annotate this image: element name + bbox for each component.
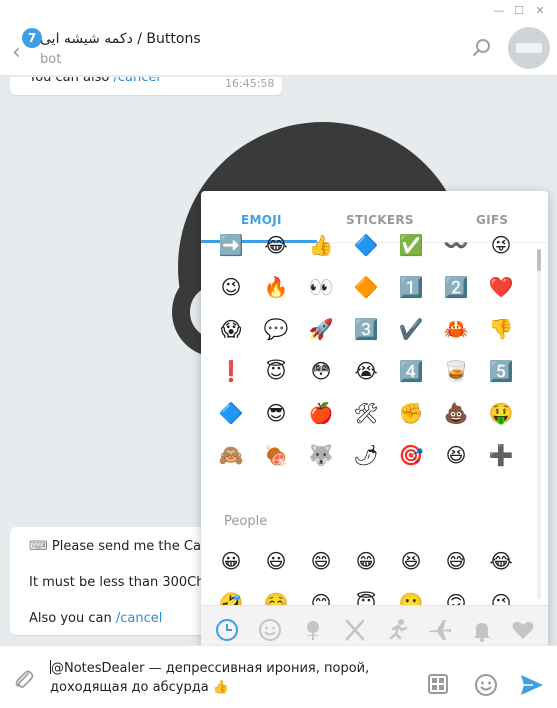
message-bubble: ⌨ Please send me the Capt It must be les… (10, 527, 214, 635)
emoji-people-item[interactable]: 😃 (256, 543, 296, 579)
compose-bar: @NotesDealer — депрессивная ирония, поро… (0, 645, 557, 708)
bell-icon[interactable] (468, 616, 496, 644)
maximize-button[interactable]: ☐ (509, 2, 529, 20)
cancel-link[interactable]: /cancel (116, 611, 163, 626)
plane-icon[interactable] (426, 616, 454, 644)
emoji-recent-item[interactable]: 😎 (256, 395, 296, 431)
message-text: Also you can /cancel (29, 611, 163, 626)
tab-emoji[interactable]: EMOJI (241, 213, 282, 227)
chat-status: bot (40, 52, 62, 67)
emoji-recent-item[interactable]: 🔷 (211, 395, 251, 431)
chat-header: ‹ 7 دکمه شیشه ایی / Buttons bot (0, 22, 557, 76)
emoji-people-item[interactable]: 😄 (301, 543, 341, 579)
emoji-recent-item[interactable]: ➡️ (211, 227, 251, 263)
clock-icon[interactable] (213, 616, 241, 644)
flower-icon[interactable] (299, 616, 327, 644)
cancel-link[interactable]: /cancel (113, 77, 160, 85)
emoji-recent-item[interactable]: 〰️ (436, 227, 476, 263)
emoji-recent-item[interactable]: 😂 (256, 227, 296, 263)
emoji-recent-item[interactable]: ✊ (391, 395, 431, 431)
emoji-recent-item[interactable]: 1️⃣ (391, 269, 431, 305)
avatar[interactable] (508, 27, 550, 69)
emoji-recent-item[interactable]: 🔷 (346, 227, 386, 263)
emoji-recent-item[interactable]: 👀 (301, 269, 341, 305)
emoji-recent-item[interactable]: 👎 (481, 311, 521, 347)
emoji-scrollbar[interactable] (537, 249, 541, 599)
scroll-thumb[interactable] (537, 249, 541, 271)
chat-title[interactable]: دکمه شیشه ایی / Buttons (40, 31, 201, 47)
message-text: You can also /cancel (29, 77, 160, 85)
activity-icon[interactable] (384, 616, 412, 644)
emoji-recent-item[interactable]: 💩 (436, 395, 476, 431)
emoji-recent-item[interactable]: ❗ (211, 353, 251, 389)
emoji-recent-item[interactable]: 🌶 (346, 437, 386, 473)
emoji-recent-item[interactable]: 2️⃣ (436, 269, 476, 305)
emoji-recent-item[interactable]: 😜 (481, 227, 521, 263)
emoji-recent-item[interactable]: 🙈 (211, 437, 251, 473)
emoji-recent-item[interactable]: 🤑 (481, 395, 521, 431)
emoji-recent-item[interactable]: 🍖 (256, 437, 296, 473)
keyboard-icon (516, 43, 542, 53)
emoji-recent-item[interactable]: 🚀 (301, 311, 341, 347)
emoji-recent-item[interactable]: 🔥 (256, 269, 296, 305)
unread-count-badge: 7 (22, 28, 42, 48)
emoji-recent-item[interactable]: 😳 (301, 353, 341, 389)
emoji-people-item[interactable]: 😅 (436, 543, 476, 579)
back-arrow-icon: ‹ (12, 40, 21, 65)
emoji-recent-item[interactable]: 3️⃣ (346, 311, 386, 347)
emoji-recent-item[interactable]: ❤️ (481, 269, 521, 305)
grid-icon (432, 678, 444, 690)
search-icon[interactable] (472, 38, 492, 58)
emoji-people-item[interactable]: 😂 (481, 543, 521, 579)
message-bubble: You can also /cancel 16:45:58 (10, 77, 282, 95)
heart-icon[interactable] (509, 616, 537, 644)
emoji-recent-item[interactable]: 🐺 (301, 437, 341, 473)
emoji-recent-item[interactable]: 💬 (256, 311, 296, 347)
emoji-recent-item[interactable]: ➕ (481, 437, 521, 473)
emoji-recent-item[interactable]: 🎯 (391, 437, 431, 473)
tab-gifs[interactable]: GIFS (476, 213, 508, 227)
emoji-people-item[interactable]: 😆 (391, 543, 431, 579)
emoji-recent-item[interactable]: 5️⃣ (481, 353, 521, 389)
message-input[interactable]: @NotesDealer — депрессивная ирония, поро… (50, 659, 420, 697)
tab-stickers[interactable]: STICKERS (346, 213, 414, 227)
emoji-recent-item[interactable]: 😭 (346, 353, 386, 389)
emoji-panel: EMOJI STICKERS GIFS ➡️ 😂 👍 🔷 ✅ 〰️ 😜 😉 🔥 👀 🔶 1️⃣ 2️⃣ ❤… (201, 191, 548, 655)
emoji-toggle-icon[interactable] (474, 673, 498, 697)
emoji-recent-item[interactable]: 🔶 (346, 269, 386, 305)
emoji-recent-item[interactable]: 😱 (211, 311, 251, 347)
message-text: It must be less than 300Ch. (29, 575, 209, 590)
emoji-recent-item[interactable]: 🥃 (436, 353, 476, 389)
section-label-people: People (224, 514, 268, 529)
send-icon[interactable] (519, 673, 545, 697)
emoji-recent-item[interactable]: 😆 (436, 437, 476, 473)
bot-keyboard-icon[interactable] (428, 674, 448, 694)
emoji-recent-item[interactable]: 🍎 (301, 395, 341, 431)
minimize-button[interactable]: — (489, 2, 509, 20)
emoji-people-item[interactable]: 😀 (211, 543, 251, 579)
message-text: ⌨ Please send me the Capt (29, 539, 215, 554)
emoji-recent-item[interactable]: 4️⃣ (391, 353, 431, 389)
close-window-button[interactable]: ✕ (530, 2, 550, 20)
back-button[interactable]: ‹ 7 (8, 26, 42, 70)
window-title-bar: — ☐ ✕ (0, 0, 557, 22)
keyboard-icon: ⌨ (29, 539, 48, 554)
food-icon[interactable] (341, 616, 369, 644)
attach-icon[interactable] (12, 668, 36, 692)
emoji-recent-item[interactable]: 🦀 (436, 311, 476, 347)
emoji-recent-item[interactable]: 🛠 (346, 395, 386, 431)
emoji-people-item[interactable]: 😁 (346, 543, 386, 579)
emoji-recent-item[interactable]: 😉 (211, 269, 251, 305)
emoji-recent-item[interactable]: 😇 (256, 353, 296, 389)
emoji-recent-item[interactable]: 👍 (301, 227, 341, 263)
emoji-recent-item[interactable]: ✅ (391, 227, 431, 263)
emoji-recent-item[interactable]: ✔️ (391, 311, 431, 347)
message-time: 16:45:58 (225, 77, 275, 90)
smile-icon[interactable] (256, 616, 284, 644)
